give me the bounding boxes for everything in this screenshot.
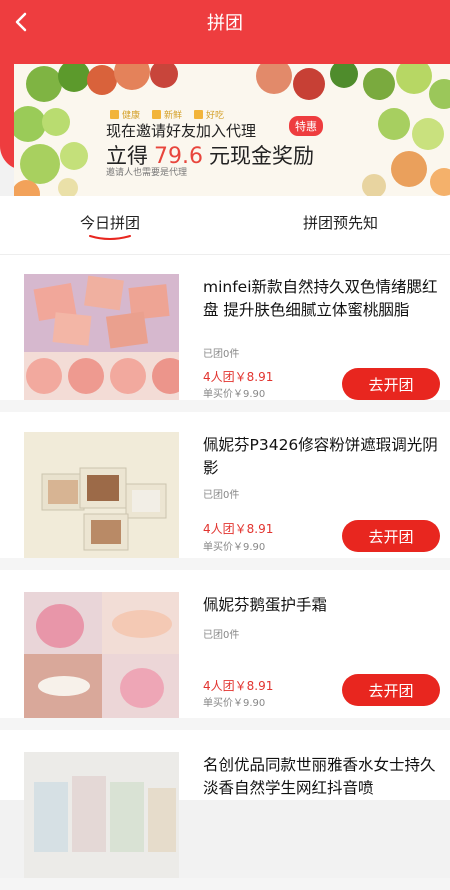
tab-bar: 今日拼团 拼团预先知	[0, 196, 450, 255]
banner-subtext: 邀请人也需要是代理	[106, 168, 188, 178]
single-price: 单买价￥9.90	[203, 389, 266, 400]
group-price: 4人团￥8.91	[203, 522, 274, 536]
tab-today-group[interactable]: 今日拼团	[80, 212, 140, 233]
single-price: 单买价￥9.90	[203, 698, 266, 709]
product-item[interactable]: 佩妮芬鹅蛋护手霜 已团0件 4人团￥8.91 单买价￥9.90 去开团	[0, 574, 450, 730]
checkbox-icon	[152, 110, 162, 119]
product-name[interactable]: 佩妮芬鹅蛋护手霜	[203, 594, 438, 617]
tab-group-preview[interactable]: 拼团预先知	[303, 212, 378, 233]
start-group-button[interactable]: 去开团	[342, 520, 440, 552]
product-item[interactable]: 佩妮芬P3426修容粉饼遮瑕调光阴影 已团0件 4人团￥8.91 单买价￥9.9…	[0, 414, 450, 570]
banner-headline: 现在邀请好友加入代理	[106, 122, 257, 140]
checkbox-icon	[110, 110, 119, 119]
group-price: 4人团￥8.91	[203, 370, 274, 384]
special-badge: 特惠	[289, 116, 323, 136]
sold-count: 已团0件	[203, 490, 240, 501]
product-name[interactable]: 佩妮芬P3426修容粉饼遮瑕调光阴影	[203, 434, 438, 480]
product-image	[24, 752, 179, 878]
group-price: 4人团￥8.91	[203, 679, 274, 693]
nav-bar: 拼团	[0, 0, 450, 44]
checkbox-icon	[194, 110, 204, 119]
product-item[interactable]: 名创优品同款世丽雅香水女士持久淡香自然学生网红抖音喷	[0, 734, 450, 890]
start-group-button[interactable]: 去开团	[342, 674, 440, 706]
active-tab-indicator	[89, 235, 131, 240]
single-price: 单买价￥9.90	[203, 542, 266, 553]
product-item[interactable]: minfei新款自然持久双色情绪腮红盘 提升肤色细腻立体蜜桃胭脂 已团0件 4人…	[0, 256, 450, 412]
main-content: 今日拼团 拼团预先知 minfei新款自然持久双色情绪腮红盘 提升肤色细腻立体蜜…	[0, 196, 450, 890]
page-title: 拼团	[207, 13, 243, 34]
product-name[interactable]: 名创优品同款世丽雅香水女士持久淡香自然学生网红抖音喷	[203, 754, 438, 800]
sold-count: 已团0件	[203, 630, 240, 641]
product-image	[24, 432, 179, 558]
back-button[interactable]	[8, 8, 36, 36]
product-image	[24, 592, 179, 718]
product-image	[24, 274, 179, 400]
promo-banner[interactable]: 健康 新鲜 好吃 现在邀请好友加入代理 特惠 立得 79.6 元现金奖励 邀请人…	[14, 64, 450, 196]
start-group-button[interactable]: 去开团	[342, 368, 440, 400]
product-name[interactable]: minfei新款自然持久双色情绪腮红盘 提升肤色细腻立体蜜桃胭脂	[203, 276, 438, 322]
chevron-left-icon	[15, 12, 27, 32]
sold-count: 已团0件	[203, 349, 240, 360]
